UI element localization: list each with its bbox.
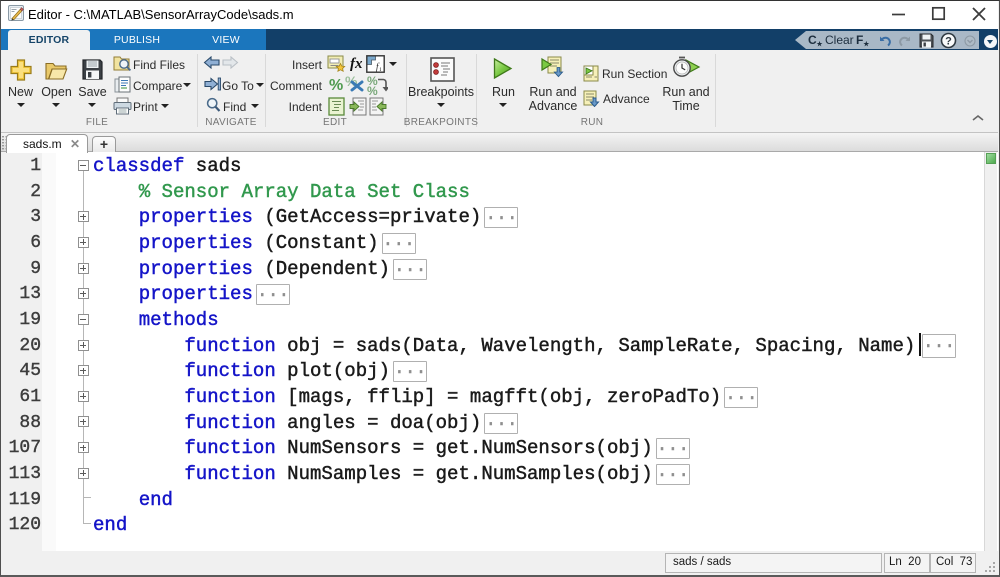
svg-text:?: ?	[945, 36, 952, 48]
